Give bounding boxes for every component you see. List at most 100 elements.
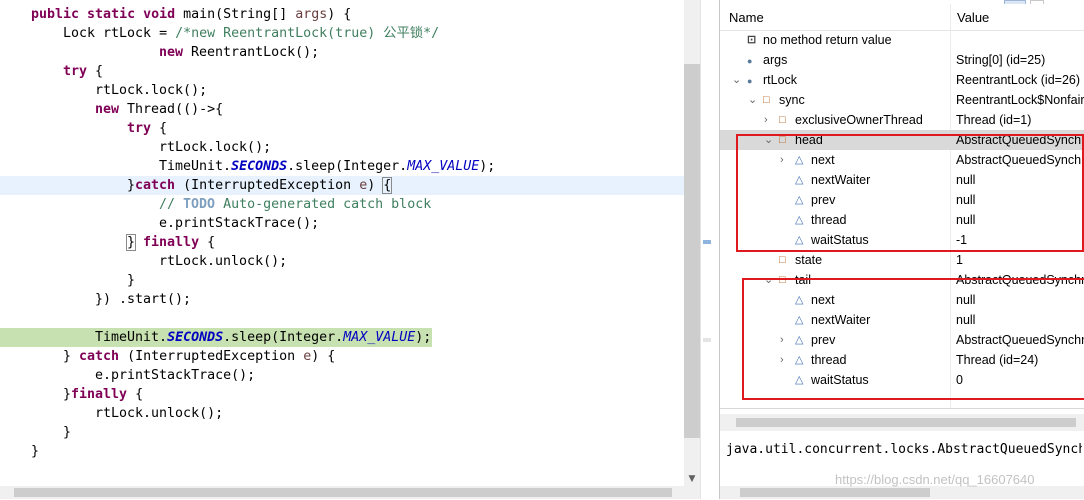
code-token: ReentrantLock(); (191, 45, 320, 60)
code-line[interactable]: e.printStackTrace(); (0, 214, 684, 233)
variable-value: ReentrantLock$NonfairSync (956, 93, 1084, 107)
code-token: Lock rtLock = (63, 26, 176, 41)
code-line[interactable]: try { (0, 119, 684, 138)
code-line[interactable]: rtLock.unlock(); (0, 404, 684, 423)
private-field-icon: □ (779, 254, 786, 266)
variable-row-exclusiveownerthread[interactable]: › □ exclusiveOwnerThread Thread (id=1) (720, 110, 1084, 130)
scroll-down-arrow-icon[interactable]: ▼ (684, 472, 700, 486)
code-token: } (63, 387, 72, 402)
code-token: rtLock.unlock(); (159, 254, 288, 269)
code-token: { (95, 64, 104, 79)
code-token: } (31, 444, 40, 459)
code-line[interactable]: rtLock.unlock(); (0, 252, 684, 271)
code-token: } (127, 273, 136, 288)
editor-horizontal-scroll-thumb[interactable] (14, 488, 672, 497)
code-line[interactable]: TimeUnit.SECONDS.sleep(Integer.MAX_VALUE… (0, 328, 432, 347)
code-line[interactable]: new Thread(()->{ (0, 100, 684, 119)
code-token: { (207, 235, 216, 250)
code-line[interactable]: TimeUnit.SECONDS.sleep(Integer.MAX_VALUE… (0, 157, 684, 176)
variable-name: exclusiveOwnerThread (795, 113, 923, 127)
code-token: e.printStackTrace(); (159, 216, 320, 231)
code-token: SECONDS (167, 330, 224, 345)
code-token: ) { (311, 349, 336, 364)
variable-value: 1 (956, 253, 963, 267)
code-token: } (125, 234, 137, 251)
code-token: { (382, 177, 393, 194)
code-line[interactable]: // TODO Auto-generated catch block (0, 195, 684, 214)
overview-ruler (700, 0, 719, 499)
code-token: ) (367, 178, 384, 193)
tail-node-highlight-box (742, 278, 1084, 400)
detail-horizontal-scroll-thumb[interactable] (740, 488, 930, 497)
chevron-right-icon[interactable]: › (764, 112, 768, 128)
variable-row-rtlock[interactable]: ⌄ ● rtLock ReentrantLock (id=26) (720, 70, 1084, 90)
detail-text: java.util.concurrent.locks.AbstractQueue… (726, 442, 1082, 457)
variables-horizontal-scroll-thumb[interactable] (736, 418, 1076, 427)
variables-header (720, 4, 1084, 31)
column-header-name[interactable]: Name (729, 10, 764, 25)
code-token: rtLock.lock(); (95, 83, 208, 98)
code-token: e.printStackTrace(); (95, 368, 256, 383)
code-token: catch (135, 178, 184, 193)
local-variable-icon: ● (747, 76, 753, 86)
code-line[interactable]: }finally { (0, 385, 684, 404)
code-line[interactable] (0, 309, 684, 328)
private-field-icon: □ (779, 114, 786, 126)
code-line[interactable]: }) .start(); (0, 290, 684, 309)
code-token: /*new ReentrantLock(true) 公平锁*/ (175, 26, 440, 41)
ruler-occurrence-marker[interactable] (703, 240, 711, 244)
code-token: } (127, 178, 136, 193)
variable-name: no method return value (763, 33, 892, 47)
code-line[interactable]: try { (0, 62, 684, 81)
code-token: ); (415, 330, 432, 345)
code-line[interactable]: new ReentrantLock(); (0, 43, 684, 62)
code-token: e (359, 178, 368, 193)
code-token: Auto-generated catch block (215, 197, 432, 212)
code-line[interactable]: rtLock.lock(); (0, 81, 684, 100)
code-line[interactable]: }catch (InterruptedException e) { (0, 176, 684, 195)
code-line[interactable]: Lock rtLock = /*new ReentrantLock(true) … (0, 24, 684, 43)
code-token: (InterruptedException (127, 349, 304, 364)
code-token: static (87, 7, 144, 22)
code-token: try (63, 64, 96, 79)
code-token: e (303, 349, 312, 364)
code-token: main(String[] (183, 7, 296, 22)
variable-row-no-method-return-value[interactable]: ⊡ no method return value (720, 30, 1084, 50)
code-line[interactable]: rtLock.lock(); (0, 138, 684, 157)
variable-name: sync (779, 93, 805, 107)
variable-value: Thread (id=1) (956, 113, 1032, 127)
code-token: new (159, 45, 192, 60)
variable-value: String[0] (id=25) (956, 53, 1046, 67)
code-token: rtLock.unlock(); (95, 406, 224, 421)
code-token: SECONDS (231, 159, 288, 174)
code-token: ); (479, 159, 496, 174)
code-token: public (31, 7, 88, 22)
code-line[interactable]: e.printStackTrace(); (0, 366, 684, 385)
variable-row-sync[interactable]: ⌄ □ sync ReentrantLock$NonfairSync (720, 90, 1084, 110)
code-line[interactable]: public static void main(String[] args) { (0, 5, 684, 24)
editor-vertical-scroll-thumb[interactable] (684, 64, 700, 438)
variable-row-state[interactable]: □ state 1 (720, 250, 1084, 270)
code-line[interactable]: } (0, 442, 684, 461)
code-line[interactable]: } (0, 271, 684, 290)
code-token: catch (79, 349, 128, 364)
code-token: rtLock.lock(); (159, 140, 272, 155)
code-line[interactable]: } finally { (0, 233, 684, 252)
code-line[interactable]: } catch (InterruptedException e) { (0, 347, 684, 366)
variable-row-args[interactable]: ● args String[0] (id=25) (720, 50, 1084, 70)
chevron-down-icon[interactable]: ⌄ (748, 92, 757, 108)
final-field-icon: □ (763, 94, 770, 106)
variable-value: ReentrantLock (id=26) (956, 73, 1081, 87)
code-token: ) { (327, 7, 352, 22)
chevron-down-icon[interactable]: ⌄ (732, 72, 741, 88)
code-line[interactable]: } (0, 423, 684, 442)
column-header-value[interactable]: Value (957, 10, 989, 25)
code-token: new (95, 102, 128, 117)
code-token: { (159, 121, 168, 136)
code-editor[interactable]: public static void main(String[] args) {… (0, 0, 684, 486)
variable-name: rtLock (763, 73, 798, 87)
ruler-marker[interactable] (703, 338, 711, 342)
watermark-text: https://blog.csdn.net/qq_16607640 (835, 472, 1035, 487)
code-token: MAX_VALUE (407, 159, 480, 174)
